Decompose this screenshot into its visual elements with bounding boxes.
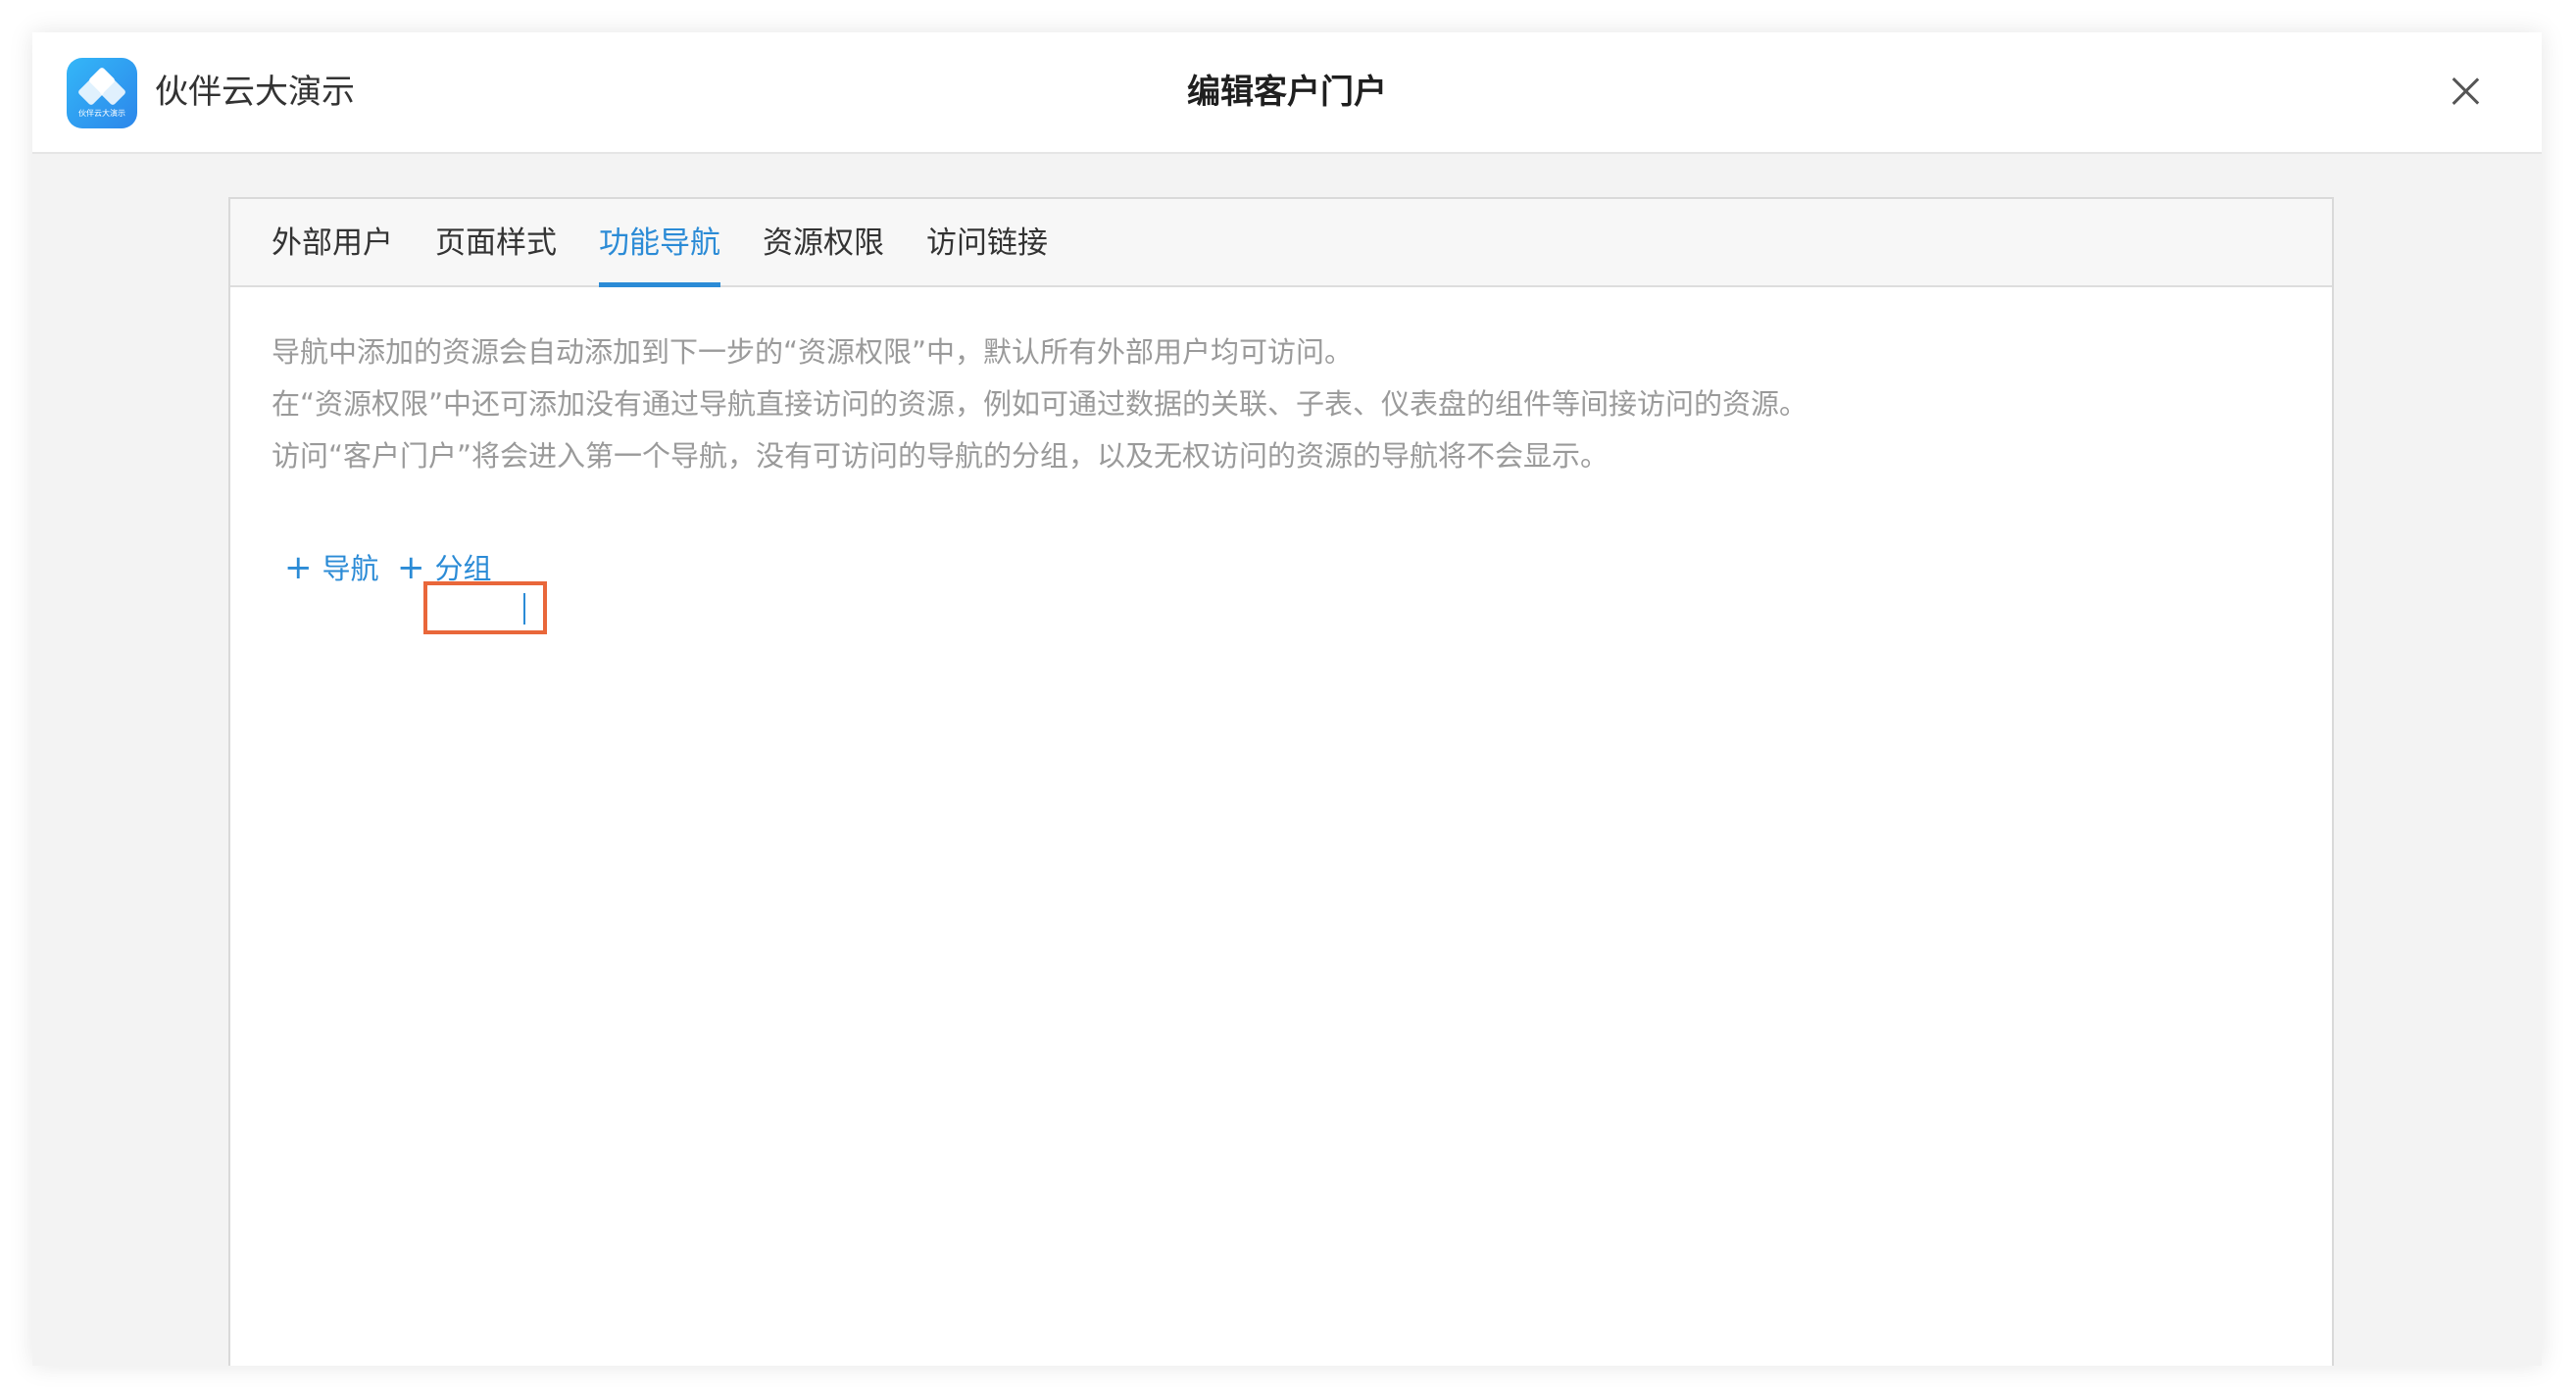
tab-page-style[interactable]: 页面样式 (435, 199, 557, 285)
text-cursor (523, 593, 525, 625)
dialog-header: 伙伴云大演示 伙伴云大演示 编辑客户门户 (32, 32, 2542, 154)
help-note: 在“资源权限”中还可添加没有通过导航直接访问的资源，例如可通过数据的关联、子表、… (272, 387, 1808, 421)
tab-resource-permissions[interactable]: 资源权限 (763, 199, 884, 285)
close-icon[interactable] (2450, 75, 2481, 107)
tab-bar: 外部用户 页面样式 功能导航 资源权限 访问链接 (230, 199, 2332, 287)
help-note: 访问“客户门户”将会进入第一个导航，没有可访问的导航的分组，以及无权访问的资源的… (272, 439, 1610, 473)
tab-feature-navigation[interactable]: 功能导航 (599, 199, 720, 287)
dialog-title: 编辑客户门户 (1187, 73, 1387, 112)
add-navigation-button[interactable]: + 导航 (284, 544, 379, 591)
plus-icon: + (284, 548, 313, 587)
add-navigation-label: 导航 (322, 552, 379, 585)
content-panel: 外部用户 页面样式 功能导航 资源权限 访问链接 导航中添加的资源会自动添加到下… (228, 197, 2334, 1366)
add-group-label: 分组 (434, 552, 492, 585)
plus-icon: + (397, 548, 425, 587)
dialog-window: 伙伴云大演示 伙伴云大演示 编辑客户门户 外部用户 页面样式 功能导航 资源权限… (32, 32, 2542, 1366)
focus-highlight (423, 581, 547, 634)
help-note: 导航中添加的资源会自动添加到下一步的“资源权限”中，默认所有外部用户均可访问。 (272, 335, 1354, 369)
tab-access-link[interactable]: 访问链接 (926, 199, 1048, 285)
help-notes: 导航中添加的资源会自动添加到下一步的“资源权限”中，默认所有外部用户均可访问。 … (272, 326, 2291, 482)
tab-external-users[interactable]: 外部用户 (272, 199, 393, 285)
